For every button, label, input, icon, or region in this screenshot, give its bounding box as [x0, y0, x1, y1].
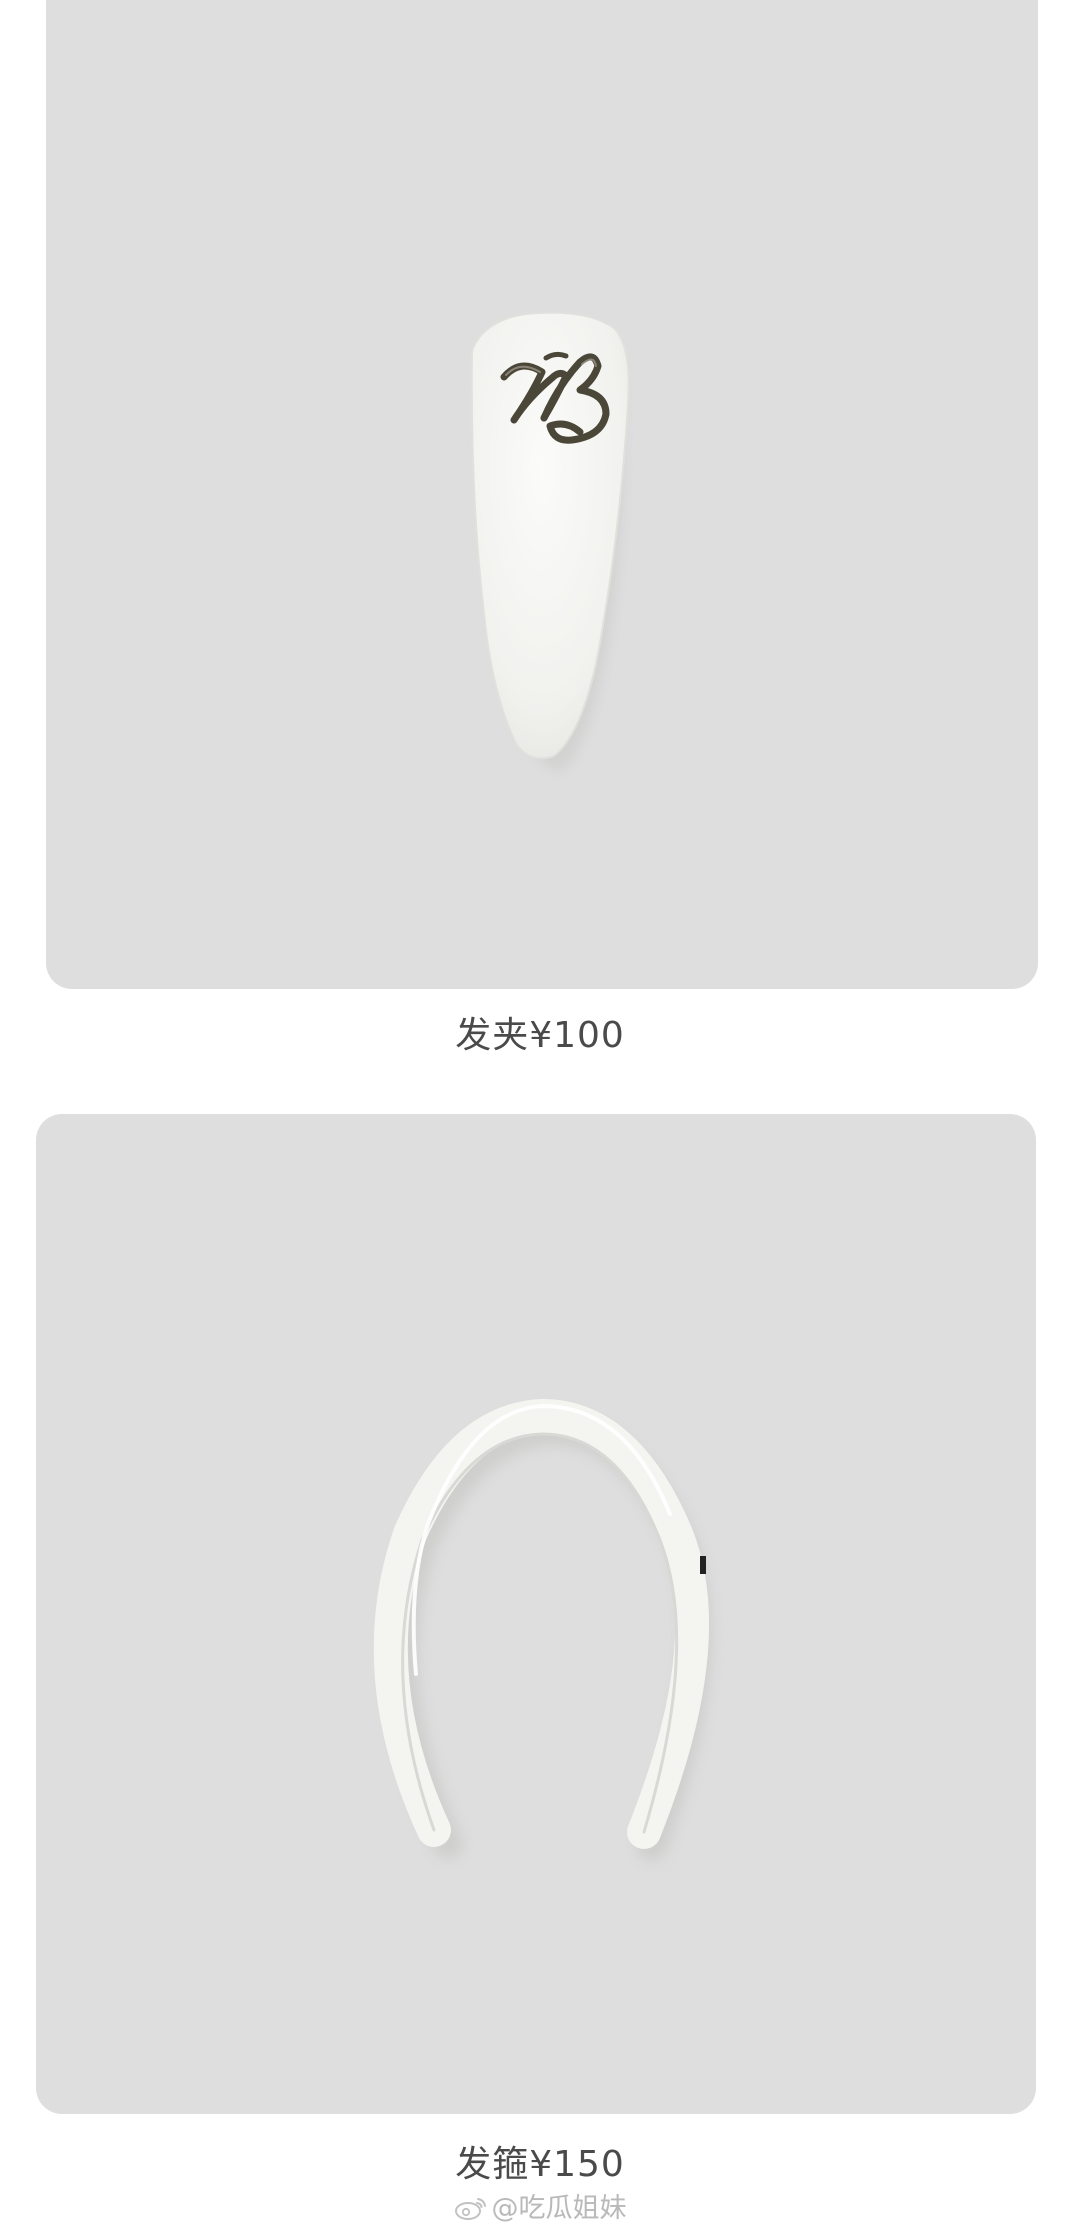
- headband-caption: 发箍¥150: [455, 2144, 625, 2185]
- headband-illustration: [373, 1398, 712, 1861]
- product-image-hair-clip[interactable]: [46, 0, 1038, 989]
- product-image-headband[interactable]: [36, 1114, 1036, 2114]
- hair-clip-illustration: [470, 311, 630, 772]
- watermark: @吃瓜姐妹: [0, 2186, 1080, 2228]
- watermark-text: @吃瓜姐妹: [491, 2193, 627, 2224]
- hair-clip-caption: 发夹¥100: [455, 1015, 625, 1056]
- weibo-icon: [454, 2195, 488, 2228]
- headband-label-tag: [700, 1556, 706, 1574]
- headband-shape: [373, 1398, 710, 1849]
